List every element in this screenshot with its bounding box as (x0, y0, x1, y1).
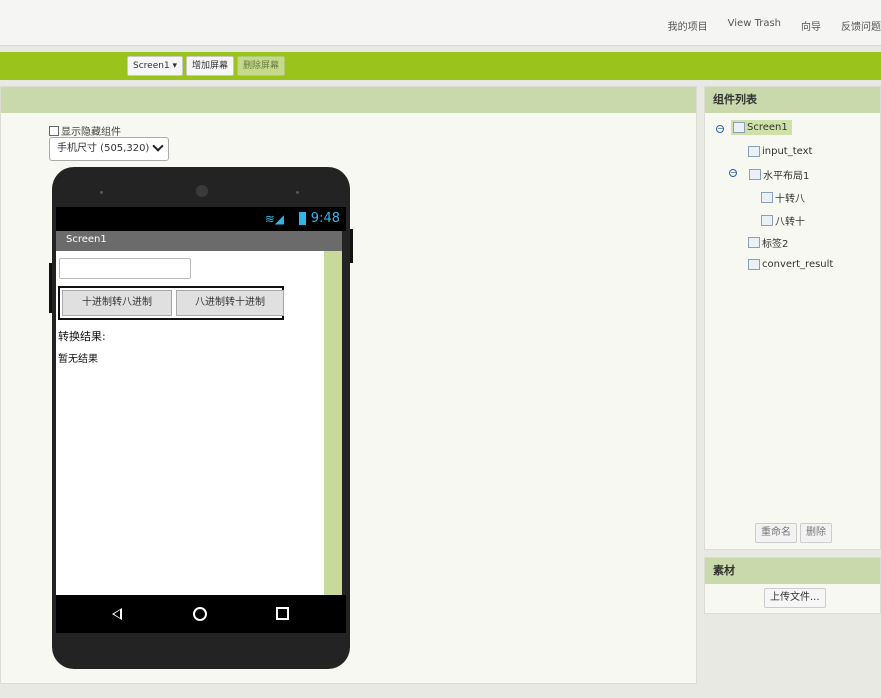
home-icon (193, 607, 207, 621)
status-bar: ≋◢ 9:48 (56, 207, 346, 231)
hide-components-checkbox[interactable] (49, 125, 59, 136)
horizontal-arrangement[interactable]: 十进制转八进制 八进制转十进制 (58, 286, 284, 320)
label-icon (748, 259, 760, 270)
tree-item-label2[interactable]: 标签2 (748, 235, 788, 250)
button-icon (761, 192, 773, 203)
tree-item-horizontal-arrangement[interactable]: 水平布局1 (749, 167, 809, 182)
android-nav-bar (56, 595, 346, 633)
delete-button[interactable]: 删除 (800, 523, 832, 543)
input-text-field[interactable] (59, 258, 191, 279)
tree-item-screen1[interactable]: Screen1 (731, 120, 792, 135)
tree-item-label: 标签2 (762, 239, 789, 250)
my-projects-link[interactable]: 我的项目 (668, 18, 708, 33)
media-title: 素材 (705, 558, 880, 584)
rename-button[interactable]: 重命名 (755, 523, 797, 543)
phone-sensor-dot (100, 191, 103, 194)
components-title: 组件列表 (705, 87, 880, 113)
phone-preview: ≋◢ 9:48 Screen1 十进制转八进制 八进制转十进制 转换结果: 暂无… (49, 167, 353, 669)
button-icon (761, 215, 773, 226)
status-time: 9:48 (310, 211, 340, 226)
tree-item-input-text[interactable]: input_text (748, 146, 812, 157)
add-screen-button[interactable]: 增加屏幕 (186, 56, 235, 76)
arrangement-icon (749, 169, 761, 180)
feedback-link[interactable]: 反馈问题 (841, 18, 881, 33)
battery-icon (299, 212, 306, 225)
back-icon (112, 608, 122, 620)
dec-to-oct-button[interactable]: 十进制转八进制 (62, 290, 172, 316)
screen-scrollbar[interactable] (324, 251, 342, 595)
label2: 转换结果: (58, 330, 106, 343)
screen-title: Screen1 (66, 234, 107, 245)
top-navigation: 我的项目 View Trash 向导 反馈问题 (0, 0, 881, 46)
collapse-icon[interactable]: − (729, 169, 737, 177)
upload-file-button[interactable]: 上传文件... (764, 588, 826, 608)
viewer-header (1, 87, 696, 113)
screen-icon (733, 122, 745, 133)
label-icon (748, 237, 760, 248)
phone-volume-button (49, 263, 52, 313)
collapse-icon[interactable]: − (716, 125, 724, 133)
phone-size-value: 手机尺寸 (505,320) (57, 143, 150, 154)
hide-components-toggle[interactable]: 显示隐藏组件 (49, 123, 121, 138)
hide-components-label: 显示隐藏组件 (61, 127, 121, 138)
oct-to-dec-button[interactable]: 八进制转十进制 (176, 290, 284, 316)
tree-item-label: convert_result (762, 259, 834, 270)
tree-item-label: input_text (762, 146, 813, 157)
view-trash-link[interactable]: View Trash (728, 18, 781, 33)
phone-sensor-dot (296, 191, 299, 194)
components-panel: 组件列表 − Screen1 input_text − 水平布局1 十转八 八转… (704, 86, 881, 550)
app-title-bar: Screen1 (56, 231, 342, 251)
chevron-down-icon (152, 140, 164, 152)
phone-power-button (350, 229, 353, 263)
textbox-icon (748, 146, 760, 157)
tree-item-oct-to-dec[interactable]: 八转十 (761, 213, 805, 228)
remove-screen-button[interactable]: 删除屏幕 (237, 56, 286, 76)
convert-result-label: 暂无结果 (58, 354, 98, 365)
phone-camera (196, 185, 208, 197)
tree-item-label: 十转八 (775, 194, 805, 205)
screen-toolbar: Screen1 ▾ 增加屏幕 删除屏幕 (0, 52, 881, 80)
wifi-signal-icon: ≋◢ (264, 212, 284, 226)
tree-item-label: 八转十 (775, 217, 805, 228)
app-screen[interactable]: 十进制转八进制 八进制转十进制 转换结果: 暂无结果 (56, 251, 324, 595)
tree-item-label: 水平布局1 (763, 171, 810, 182)
tree-item-dec-to-oct[interactable]: 十转八 (761, 190, 805, 205)
media-panel: 素材 上传文件... (704, 557, 881, 614)
phone-size-select[interactable]: 手机尺寸 (505,320) (49, 137, 169, 161)
tree-item-convert-result[interactable]: convert_result (748, 259, 833, 270)
recent-apps-icon (276, 607, 289, 620)
guide-link[interactable]: 向导 (801, 18, 821, 33)
viewer-panel: 显示隐藏组件 手机尺寸 (505,320) ≋◢ 9:48 Screen1 十进… (0, 86, 697, 684)
screen-select[interactable]: Screen1 ▾ (127, 56, 184, 76)
tree-item-label: Screen1 (747, 122, 788, 133)
